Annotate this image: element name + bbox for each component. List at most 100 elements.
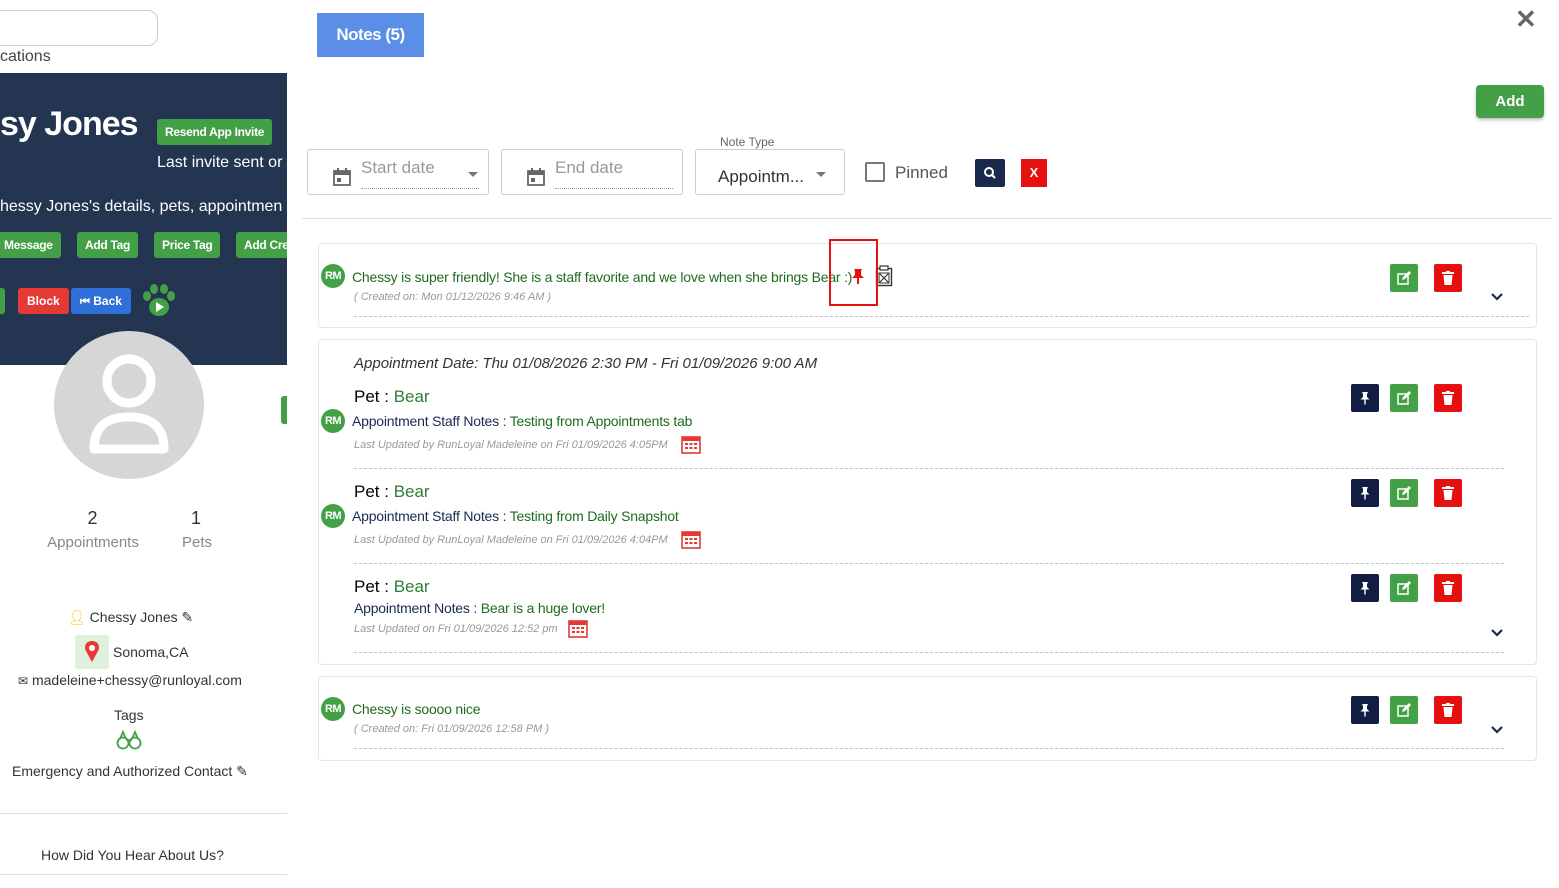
appointment-date: Appointment Date: Thu 01/08/2026 2:30 PM… bbox=[354, 355, 818, 372]
owner-line: 👤︎ Chessy Jones ✎ bbox=[68, 609, 193, 626]
note-text: Testing from Appointments tab bbox=[509, 413, 693, 429]
chevron-down-icon[interactable] bbox=[1490, 628, 1504, 638]
note-type-label: Note Type bbox=[720, 135, 775, 149]
pin-button[interactable] bbox=[1351, 384, 1379, 412]
skip-back-icon: ⏮ bbox=[80, 296, 90, 308]
add-note-button[interactable]: Add bbox=[1476, 85, 1544, 118]
edit-icon bbox=[1397, 271, 1411, 285]
user-silhouette-icon bbox=[89, 354, 169, 454]
pinned-checkbox[interactable] bbox=[865, 162, 885, 182]
note-card: RM Chessy is super friendly! She is a st… bbox=[318, 243, 1537, 328]
pin-icon bbox=[1360, 582, 1370, 595]
note-meta: Last Updated by RunLoyal Madeleine on Fr… bbox=[354, 534, 668, 546]
divider bbox=[354, 563, 1504, 564]
caret-down-icon bbox=[816, 172, 826, 177]
pin-icon bbox=[1360, 704, 1370, 717]
pet-name: Bear bbox=[393, 577, 430, 596]
pet-label: Pet : bbox=[354, 577, 394, 596]
underline bbox=[555, 188, 673, 189]
close-icon[interactable]: ✕ bbox=[1515, 4, 1537, 35]
note-line: Appointment Notes : Bear is a huge lover… bbox=[354, 600, 605, 616]
resend-app-invite-button[interactable]: Resend App Invite bbox=[157, 119, 273, 145]
calendar-icon[interactable] bbox=[681, 529, 701, 549]
calendar-icon[interactable] bbox=[681, 434, 701, 454]
note-type-select[interactable]: Appointm... bbox=[695, 149, 845, 195]
divider bbox=[302, 218, 1552, 219]
pet-name: Bear bbox=[393, 482, 430, 501]
pin-button[interactable] bbox=[1351, 574, 1379, 602]
highlight-annotation bbox=[829, 239, 878, 306]
edit-button[interactable] bbox=[1390, 696, 1418, 724]
pin-icon bbox=[1360, 392, 1370, 405]
chevron-down-icon[interactable] bbox=[1490, 725, 1504, 735]
search-icon bbox=[984, 167, 996, 179]
back-button[interactable]: ⏮ Back bbox=[71, 288, 131, 314]
edit-button[interactable] bbox=[1390, 384, 1418, 412]
add-tag-button[interactable]: Add Tag bbox=[77, 232, 139, 258]
page: cations sy Jones Resend App Invite Last … bbox=[0, 0, 1559, 888]
client-profile-panel: cations sy Jones Resend App Invite Last … bbox=[0, 0, 287, 888]
trash-icon bbox=[1442, 391, 1454, 405]
delete-button[interactable] bbox=[1434, 696, 1462, 724]
delete-button[interactable] bbox=[1434, 479, 1462, 507]
end-date-picker[interactable]: End date bbox=[501, 149, 683, 195]
emergency-contact-line: Emergency and Authorized Contact ✎ bbox=[12, 763, 248, 780]
delete-button[interactable] bbox=[1434, 574, 1462, 602]
start-date-picker[interactable]: Start date bbox=[307, 149, 489, 195]
block-button[interactable]: Block bbox=[18, 288, 69, 314]
edit-button[interactable] bbox=[1390, 479, 1418, 507]
delete-button[interactable] bbox=[1434, 264, 1462, 292]
trash-icon bbox=[1442, 581, 1454, 595]
price-tag-button[interactable]: Price Tag bbox=[154, 232, 221, 258]
divider bbox=[354, 652, 1504, 653]
appointment-notes-card: Appointment Date: Thu 01/08/2026 2:30 PM… bbox=[318, 339, 1537, 665]
binoculars-icon[interactable] bbox=[116, 730, 142, 750]
edit-icon bbox=[1397, 703, 1411, 717]
appointments-label: Appointments bbox=[47, 534, 139, 551]
author-avatar: RM bbox=[321, 409, 345, 433]
appointments-count: 2 bbox=[87, 508, 98, 528]
calendar-icon[interactable] bbox=[568, 618, 588, 638]
author-avatar: RM bbox=[321, 504, 345, 528]
pet-line: Pet : Bear bbox=[354, 482, 430, 502]
pin-icon bbox=[1360, 487, 1370, 500]
note-text: Testing from Daily Snapshot bbox=[509, 508, 679, 524]
search-button[interactable] bbox=[975, 159, 1005, 187]
note-text: Bear is a huge lover! bbox=[480, 600, 605, 616]
pencil-icon[interactable]: ✎ bbox=[182, 609, 194, 625]
note-meta: ( Created on: Fri 01/09/2026 12:58 PM ) bbox=[354, 723, 550, 735]
search-input[interactable] bbox=[0, 10, 158, 46]
chevron-down-icon[interactable] bbox=[1490, 292, 1504, 302]
green-button-stub[interactable] bbox=[0, 288, 5, 314]
edit-icon bbox=[1397, 391, 1411, 405]
note-meta: Last Updated on Fri 01/09/2026 12:52 pm bbox=[354, 623, 558, 635]
tab-notes[interactable]: Notes (5) bbox=[317, 13, 424, 57]
pet-label: Pet : bbox=[354, 387, 394, 406]
note-text: Chessy is super friendly! She is a staff… bbox=[352, 269, 853, 285]
note-label: Appointment Staff Notes : bbox=[352, 413, 510, 429]
divider bbox=[354, 316, 1529, 317]
note-label: Appointment Staff Notes : bbox=[352, 508, 510, 524]
add-credit-button[interactable]: Add Cre bbox=[236, 232, 287, 258]
caret-down-icon bbox=[468, 172, 478, 177]
pencil-icon[interactable]: ✎ bbox=[236, 763, 248, 779]
edit-button[interactable] bbox=[1390, 574, 1418, 602]
note-label: Appointment Notes : bbox=[354, 600, 481, 616]
clear-filters-button[interactable]: X bbox=[1021, 159, 1047, 187]
pin-button[interactable] bbox=[1351, 696, 1379, 724]
edit-button[interactable] bbox=[1390, 264, 1418, 292]
tags-label: Tags bbox=[114, 707, 144, 723]
owner-name: Chessy Jones bbox=[89, 609, 178, 625]
trash-icon bbox=[1442, 703, 1454, 717]
end-date-placeholder: End date bbox=[555, 158, 624, 177]
pet-label: Pet : bbox=[354, 482, 394, 501]
divider bbox=[354, 468, 1504, 469]
map-pin-icon bbox=[75, 635, 109, 669]
message-button[interactable]: Message bbox=[0, 232, 61, 258]
pin-button[interactable] bbox=[1351, 479, 1379, 507]
user-icon: 👤︎ bbox=[68, 609, 86, 625]
paw-play-icon[interactable] bbox=[140, 284, 178, 318]
delete-button[interactable] bbox=[1434, 384, 1462, 412]
note-meta: ( Created on: Mon 01/12/2026 9:46 AM ) bbox=[354, 291, 552, 303]
note-line: Appointment Staff Notes : Testing from D… bbox=[352, 508, 679, 524]
